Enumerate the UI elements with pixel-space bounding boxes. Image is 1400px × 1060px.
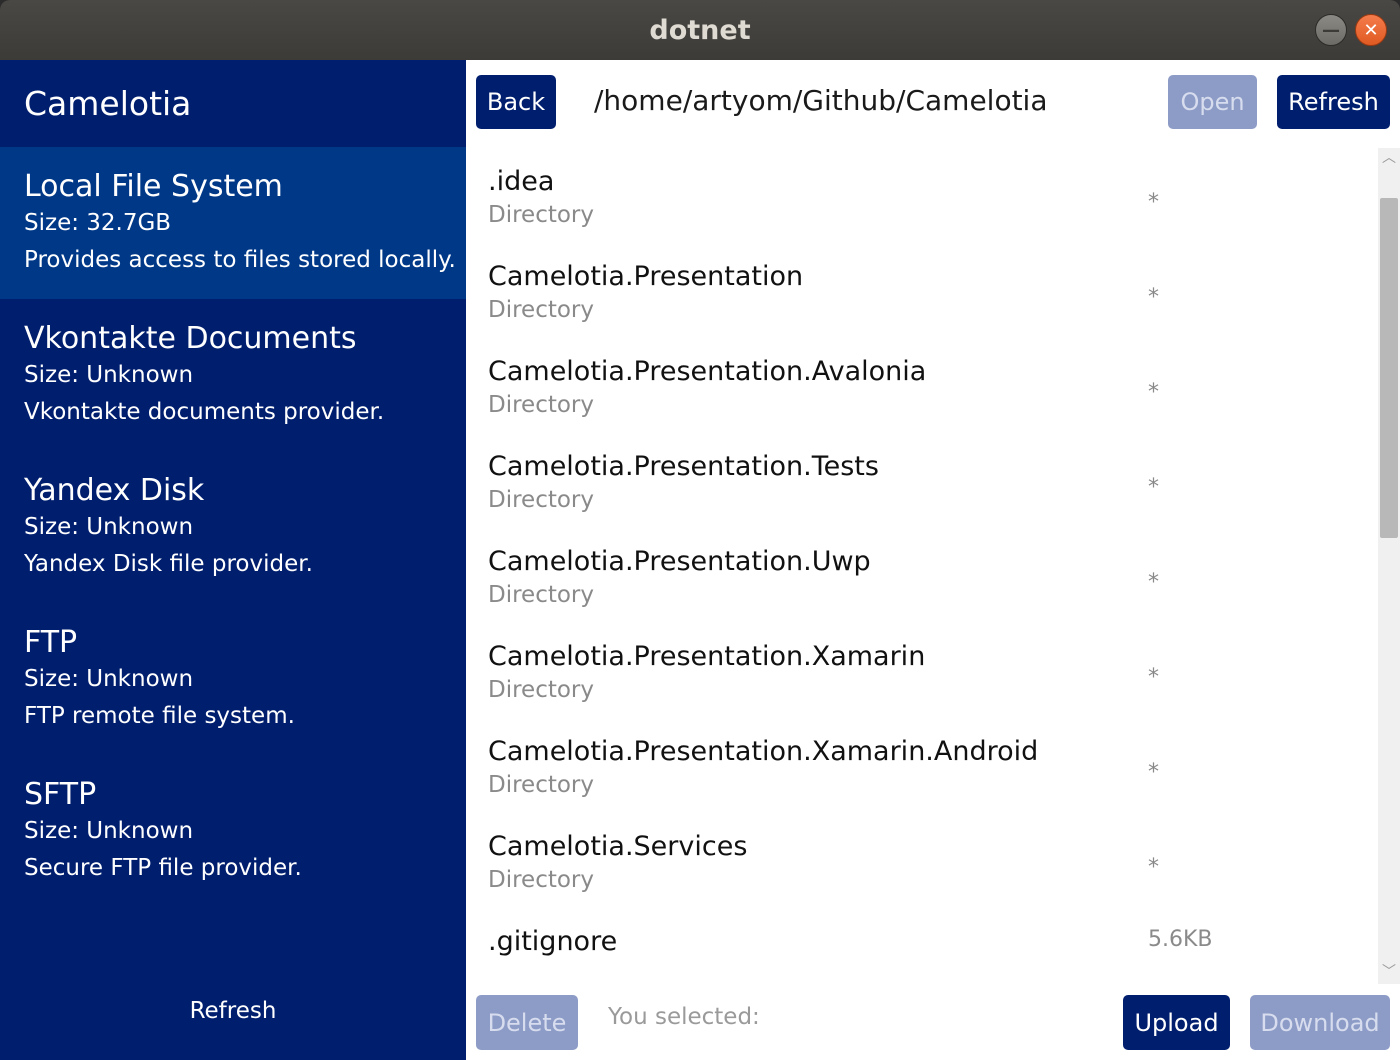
- file-list-item[interactable]: .idea Directory *: [488, 166, 1348, 261]
- provider-name: Local File System: [24, 169, 283, 204]
- file-size: 5.6KB: [1148, 927, 1213, 952]
- file-type: Directory: [488, 582, 595, 608]
- provider-vkontakte-documents[interactable]: Vkontakte Documents Size: Unknown Vkonta…: [0, 299, 466, 451]
- file-size: *: [1148, 570, 1159, 595]
- provider-ftp[interactable]: FTP Size: Unknown FTP remote file system…: [0, 603, 466, 755]
- file-name: Camelotia.Presentation.Xamarin.Android: [488, 736, 1039, 767]
- file-size: *: [1148, 665, 1159, 690]
- delete-button[interactable]: Delete: [476, 995, 578, 1050]
- file-list-item[interactable]: Camelotia.Presentation.Xamarin.Android D…: [488, 736, 1348, 831]
- file-name: Camelotia.Presentation.Avalonia: [488, 356, 927, 387]
- provider-description: Secure FTP file provider.: [24, 855, 302, 881]
- scrollbar-thumb[interactable]: [1380, 198, 1398, 538]
- file-type: Directory: [488, 487, 595, 513]
- app-title: Camelotia: [24, 84, 192, 123]
- provider-yandex-disk[interactable]: Yandex Disk Size: Unknown Yandex Disk fi…: [0, 451, 466, 603]
- file-list-item[interactable]: .gitignore 5.6KB: [488, 926, 1348, 984]
- file-name: .idea: [488, 166, 555, 197]
- close-icon: ✕: [1363, 19, 1379, 41]
- file-list-item[interactable]: Camelotia.Presentation.Xamarin Directory…: [488, 641, 1348, 736]
- file-list-item[interactable]: Camelotia.Presentation.Avalonia Director…: [488, 356, 1348, 451]
- file-name: .gitignore: [488, 926, 618, 957]
- file-list-item[interactable]: Camelotia.Services Directory *: [488, 831, 1348, 926]
- close-button[interactable]: ✕: [1355, 14, 1387, 46]
- file-browser: Back /home/artyom/Github/Camelotia Open …: [466, 60, 1400, 1060]
- provider-description: Yandex Disk file provider.: [24, 551, 313, 577]
- file-size: *: [1148, 475, 1159, 500]
- provider-size: Size: Unknown: [24, 362, 194, 388]
- file-type: Directory: [488, 297, 595, 323]
- vertical-scrollbar[interactable]: ︿ ﹀: [1378, 148, 1400, 984]
- provider-size: Size: Unknown: [24, 818, 194, 844]
- provider-name: FTP: [24, 625, 78, 660]
- current-path: /home/artyom/Github/Camelotia: [594, 84, 1048, 117]
- file-list-item[interactable]: Camelotia.Presentation.Tests Directory *: [488, 451, 1348, 546]
- provider-size: Size: Unknown: [24, 514, 194, 540]
- window-titlebar: dotnet — ✕: [0, 0, 1400, 60]
- file-list-item[interactable]: Camelotia.Presentation.Uwp Directory *: [488, 546, 1348, 641]
- provider-size: Size: 32.7GB: [24, 210, 172, 236]
- file-size: *: [1148, 285, 1159, 310]
- provider-name: Yandex Disk: [24, 473, 205, 508]
- file-type: Directory: [488, 772, 595, 798]
- provider-description: FTP remote file system.: [24, 703, 295, 729]
- scroll-down-icon[interactable]: ﹀: [1378, 962, 1400, 982]
- download-button[interactable]: Download: [1250, 995, 1390, 1050]
- provider-local-file-system[interactable]: Local File System Size: 32.7GB Provides …: [0, 147, 466, 299]
- minimize-button[interactable]: —: [1315, 14, 1347, 46]
- provider-name: SFTP: [24, 777, 97, 812]
- open-button[interactable]: Open: [1168, 75, 1257, 129]
- file-type: Directory: [488, 677, 595, 703]
- file-size: *: [1148, 760, 1159, 785]
- file-size: *: [1148, 855, 1159, 880]
- file-name: Camelotia.Presentation.Xamarin: [488, 641, 926, 672]
- file-list: .idea Directory * Camelotia.Presentation…: [466, 148, 1378, 984]
- file-name: Camelotia.Presentation.Uwp: [488, 546, 871, 577]
- file-size: *: [1148, 380, 1159, 405]
- file-type: Directory: [488, 867, 595, 893]
- sidebar-refresh-button[interactable]: Refresh: [0, 998, 466, 1024]
- sidebar: Camelotia Local File System Size: 32.7GB…: [0, 60, 466, 1060]
- provider-size: Size: Unknown: [24, 666, 194, 692]
- provider-name: Vkontakte Documents: [24, 321, 357, 356]
- back-button[interactable]: Back: [476, 75, 556, 129]
- window-title: dotnet: [649, 14, 751, 46]
- file-size: *: [1148, 190, 1159, 215]
- selection-label: You selected:: [608, 1004, 760, 1030]
- file-type: Directory: [488, 392, 595, 418]
- scroll-up-icon[interactable]: ︿: [1378, 148, 1400, 168]
- file-name: Camelotia.Presentation.Tests: [488, 451, 879, 482]
- provider-description: Provides access to files stored locally.: [24, 247, 456, 273]
- provider-sftp[interactable]: SFTP Size: Unknown Secure FTP file provi…: [0, 755, 466, 907]
- file-name: Camelotia.Presentation: [488, 261, 804, 292]
- refresh-button[interactable]: Refresh: [1277, 75, 1390, 129]
- file-type: Directory: [488, 202, 595, 228]
- file-name: Camelotia.Services: [488, 831, 748, 862]
- file-list-item[interactable]: Camelotia.Presentation Directory *: [488, 261, 1348, 356]
- upload-button[interactable]: Upload: [1123, 995, 1230, 1050]
- provider-description: Vkontakte documents provider.: [24, 399, 385, 425]
- minimize-icon: —: [1322, 19, 1340, 41]
